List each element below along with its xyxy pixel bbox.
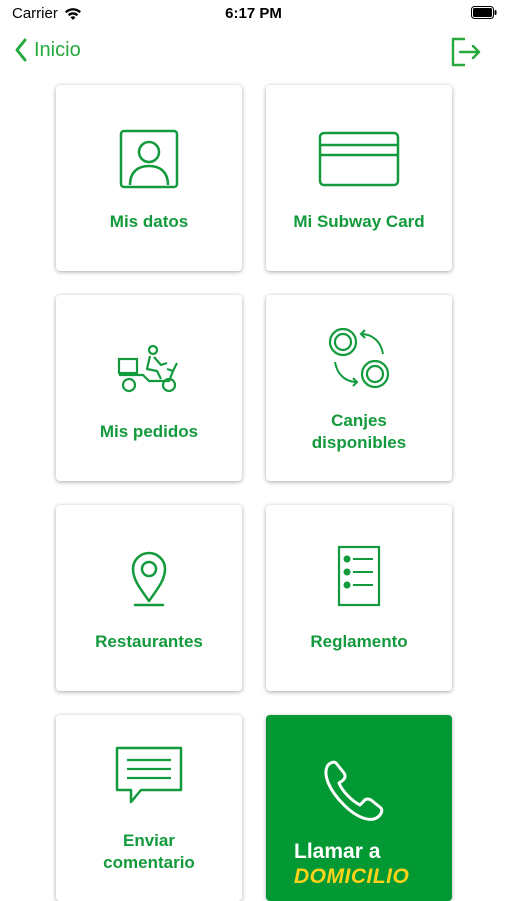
back-label: Inicio <box>34 38 81 61</box>
location-pin-icon <box>131 551 167 607</box>
tile-restaurantes[interactable]: Restaurantes <box>56 505 242 691</box>
tile-label: Mis datos <box>109 212 189 231</box>
user-icon <box>119 129 179 189</box>
tile-label: Mis pedidos <box>99 422 199 441</box>
back-button[interactable]: Inicio <box>14 38 81 62</box>
tile-label: Mi Subway Card <box>293 212 425 231</box>
logout-icon[interactable] <box>449 36 483 68</box>
tile-label: Canjes disponibles <box>311 411 407 452</box>
delivery-scooter-icon <box>117 344 178 393</box>
tile-mis-datos[interactable]: Mis datos <box>56 85 242 271</box>
tile-mis-pedidos[interactable]: Mis pedidos <box>56 295 242 481</box>
comment-icon <box>115 746 183 804</box>
tile-reglamento[interactable]: Reglamento <box>266 505 452 691</box>
rules-list-icon <box>337 545 381 607</box>
status-time: 6:17 PM <box>225 5 282 22</box>
chevron-left-icon <box>15 38 27 62</box>
tile-label: Restaurantes <box>95 632 203 651</box>
tile-mi-subway-card[interactable]: Mi Subway Card <box>266 85 452 271</box>
call-text: Llamar a DOMICILIO <box>294 840 409 890</box>
battery-icon <box>471 6 497 19</box>
call-delivery-button[interactable]: Llamar a DOMICILIO <box>266 715 452 901</box>
card-icon <box>318 131 400 187</box>
tile-canjes-disponibles[interactable]: Canjes disponibles <box>266 295 452 481</box>
tile-enviar-comentario[interactable]: Enviar comentario <box>56 715 242 901</box>
status-bar: Carrier 6:17 PM <box>0 0 507 28</box>
coins-exchange-icon <box>328 327 390 389</box>
call-line-1: Llamar a <box>294 840 381 863</box>
phone-icon <box>324 760 384 821</box>
tile-label: Reglamento <box>310 632 408 651</box>
tile-label: Enviar comentario <box>103 831 195 872</box>
navigation-bar: Inicio <box>0 28 507 76</box>
call-line-2: DOMICILIO <box>294 865 410 888</box>
